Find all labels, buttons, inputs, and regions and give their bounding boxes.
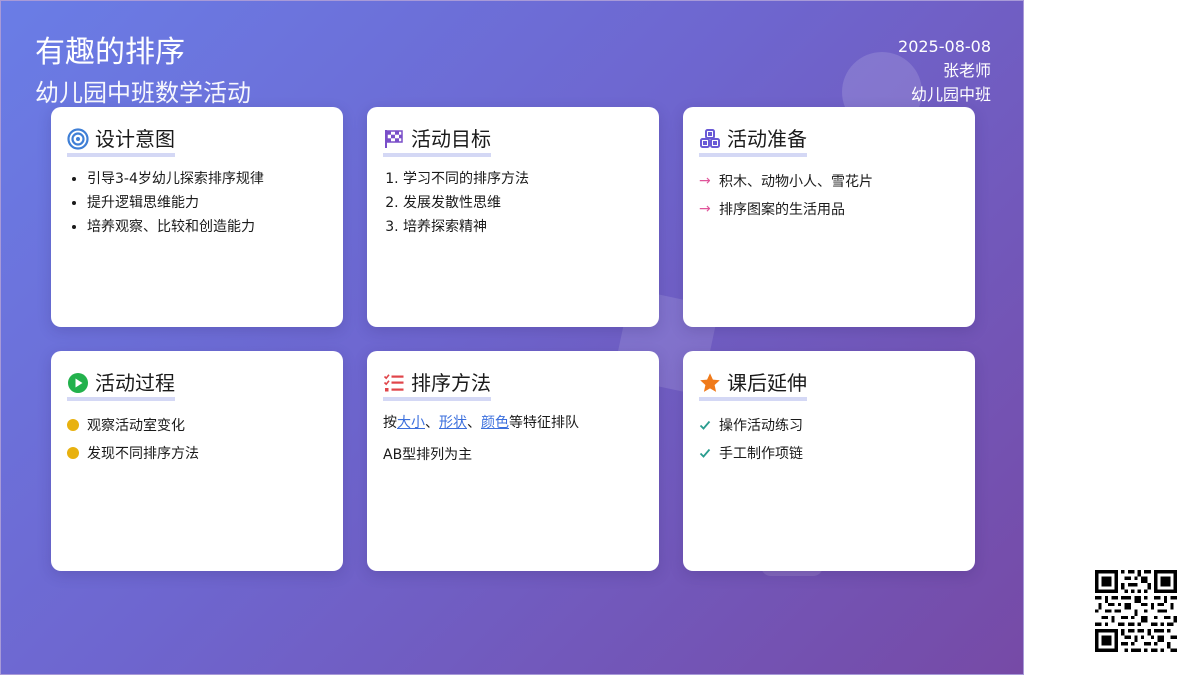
check-icon <box>699 420 711 430</box>
card-methods: 排序方法 按大小、形状、颜色等特征排队 AB型排列为主 <box>367 351 659 571</box>
star-icon <box>700 373 720 392</box>
list-item: 培养观察、比较和创造能力 <box>87 215 327 239</box>
target-icon <box>67 128 89 150</box>
method-line-features: 按大小、形状、颜色等特征排队 <box>383 411 643 435</box>
card-design-intent: 设计意图 引导3-4岁幼儿探索排序规律 提升逻辑思维能力 培养观察、比较和创造能… <box>51 107 343 327</box>
card-header: 活动过程 <box>67 369 175 401</box>
date-text: 2025-08-08 <box>898 37 991 56</box>
card-header: 设计意图 <box>67 125 175 157</box>
link-color[interactable]: 颜色 <box>481 415 509 431</box>
list-item: 观察活动室变化 <box>67 411 327 439</box>
card-title: 课后延伸 <box>727 371 807 395</box>
list-item: 提升逻辑思维能力 <box>87 191 327 215</box>
text-segment: 等特征排队 <box>509 415 579 431</box>
check-icon <box>699 448 711 458</box>
list-item: 操作活动练习 <box>699 411 959 439</box>
card-preparation: 活动准备 → 积木、动物小人、雪花片 → 排序图案的生活用品 <box>683 107 975 327</box>
list-item: 学习不同的排序方法 <box>403 167 643 191</box>
slide: 有趣的排序 幼儿园中班数学活动 2025-08-08 张老师 幼儿园中班 设计意… <box>0 0 1024 675</box>
list-item: 手工制作项链 <box>699 439 959 467</box>
list-item: → 排序图案的生活用品 <box>699 195 959 223</box>
text-segment: 、 <box>425 415 439 431</box>
card-header: 活动准备 <box>699 125 807 157</box>
link-shape[interactable]: 形状 <box>439 415 467 431</box>
card-process: 活动过程 观察活动室变化 发现不同排序方法 <box>51 351 343 571</box>
bullet-dot-icon <box>67 419 79 431</box>
text-segment: 按 <box>383 415 397 431</box>
card-title: 排序方法 <box>411 371 491 395</box>
card-title: 设计意图 <box>95 127 175 151</box>
list-item: 发现不同排序方法 <box>67 439 327 467</box>
page-subtitle: 幼儿园中班数学活动 <box>35 79 251 107</box>
list-item: 引导3-4岁幼儿探索排序规律 <box>87 167 327 191</box>
qr-code-icon[interactable] <box>1095 570 1177 652</box>
goals-list: 学习不同的排序方法 发展发散性思维 培养探索精神 <box>383 167 643 239</box>
text-segment: 、 <box>467 415 481 431</box>
card-title: 活动目标 <box>411 127 491 151</box>
link-size[interactable]: 大小 <box>397 415 425 431</box>
card-title: 活动过程 <box>95 371 175 395</box>
list-item: → 积木、动物小人、雪花片 <box>699 167 959 195</box>
method-line-ab: AB型排列为主 <box>383 447 473 463</box>
arrow-right-icon: → <box>699 201 711 217</box>
list-item-text: 观察活动室变化 <box>87 418 185 434</box>
bullet-dot-icon <box>67 447 79 459</box>
list-item: 发展发散性思维 <box>403 191 643 215</box>
list-item-text: 排序图案的生活用品 <box>719 202 845 218</box>
design-list: 引导3-4岁幼儿探索排序规律 提升逻辑思维能力 培养观察、比较和创造能力 <box>67 167 327 239</box>
class-text: 幼儿园中班 <box>910 85 991 104</box>
arrow-right-icon: → <box>699 173 711 189</box>
list-item-text: 发现不同排序方法 <box>87 446 199 462</box>
cubes-icon <box>700 129 720 148</box>
page-title: 有趣的排序 <box>35 35 185 70</box>
list-item-text: 操作活动练习 <box>719 418 803 434</box>
list-item: 培养探索精神 <box>403 215 643 239</box>
checkered-flag-icon <box>385 130 403 148</box>
card-header: 排序方法 <box>383 369 491 401</box>
list-item-text: 积木、动物小人、雪花片 <box>719 174 873 190</box>
list-item-text: 手工制作项链 <box>719 446 803 462</box>
list-check-icon <box>383 374 404 392</box>
meta-info: 2025-08-08 张老师 幼儿园中班 <box>898 35 991 107</box>
card-header: 课后延伸 <box>699 369 807 401</box>
card-extension: 课后延伸 操作活动练习 手工制作项链 <box>683 351 975 571</box>
card-title: 活动准备 <box>727 127 807 151</box>
teacher-text: 张老师 <box>942 61 991 80</box>
play-icon <box>68 373 88 393</box>
card-goals: 活动目标 学习不同的排序方法 发展发散性思维 培养探索精神 <box>367 107 659 327</box>
card-header: 活动目标 <box>383 125 491 157</box>
